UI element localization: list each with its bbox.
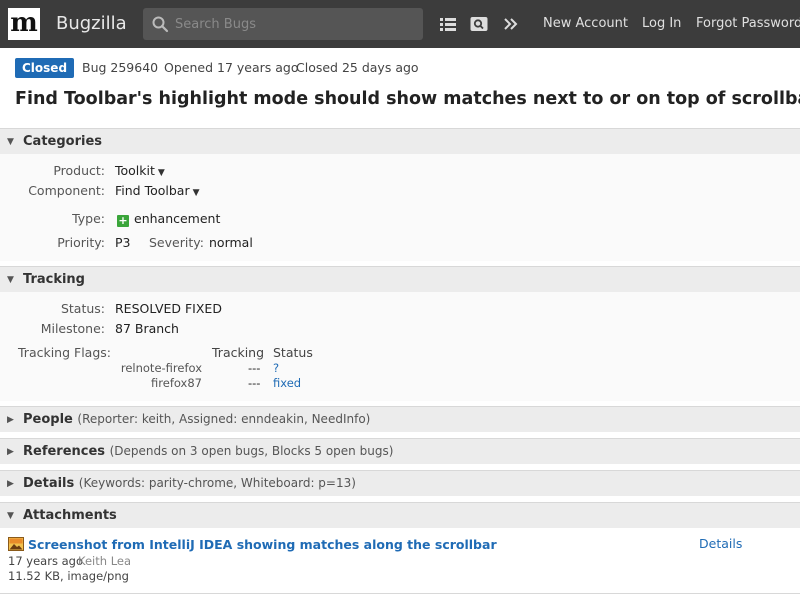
severity-value: normal [209,235,253,250]
mozilla-logo[interactable]: m [8,8,40,40]
flag-name: firefox87 [151,376,202,390]
product-label: Product: [53,163,105,178]
forgot-password-link[interactable]: Forgot Password [696,16,800,31]
dropdown-caret-icon: ▼ [192,188,200,198]
expanded-triangle-icon: ▼ [7,511,14,521]
references-header[interactable]: ▶ References (Depends on 3 open bugs, Bl… [0,438,800,464]
people-header[interactable]: ▶ People (Reporter: keith, Assigned: enn… [0,406,800,432]
type-value: + enhancement [117,211,220,227]
more-chevron-icon[interactable] [501,14,521,34]
bug-summary-title: Find Toolbar's highlight mode should sho… [15,89,800,109]
section-title: Categories [23,134,103,149]
severity-label: Severity: [149,235,204,250]
opened-date: Opened 17 years ago [164,60,299,75]
section-title: Attachments [23,508,117,523]
divider [0,593,800,594]
product-text: Toolkit [115,163,155,178]
search-input[interactable] [175,14,415,34]
priority-label: Priority: [57,235,105,250]
collapsed-triangle-icon: ▶ [7,479,14,489]
details-summary: (Keywords: parity-chrome, Whiteboard: p=… [78,476,356,490]
milestone-label: Milestone: [40,321,105,336]
section-title: Tracking [23,272,85,287]
section-title: People (Reporter: keith, Assigned: ennde… [23,412,370,427]
top-navigation-bar: m Bugzilla New Account Log In Forgot Pas… [0,0,800,48]
attachments-header[interactable]: ▼ Attachments [0,502,800,528]
flag-status-link[interactable]: ? [273,361,279,375]
expanded-triangle-icon: ▼ [7,137,14,147]
flag-tracking: --- [248,376,261,390]
component-label: Component: [28,183,105,198]
saved-search-icon[interactable] [469,14,489,34]
tracking-header[interactable]: ▼ Tracking [0,266,800,292]
flag-tracking: --- [248,361,261,375]
log-in-link[interactable]: Log In [642,16,681,31]
status-column-header: Status [273,345,313,360]
product-value[interactable]: Toolkit ▼ [115,163,165,178]
attachment-title-link[interactable]: Screenshot from IntelliJ IDEA showing ma… [28,537,497,552]
search-box[interactable] [143,8,423,40]
references-summary: (Depends on 3 open bugs, Blocks 5 open b… [109,444,394,458]
collapsed-triangle-icon: ▶ [7,415,14,425]
type-text: enhancement [134,211,221,226]
search-icon [152,16,169,33]
attachment-age: 17 years ago [8,554,83,568]
list-icon[interactable] [438,14,458,34]
app-name[interactable]: Bugzilla [56,13,127,34]
expanded-triangle-icon: ▼ [7,275,14,285]
attachment-author[interactable]: Keith Lea [78,554,131,568]
status-value: RESOLVED FIXED [115,301,222,316]
enhancement-icon: + [117,214,129,227]
milestone-value: 87 Branch [115,321,179,336]
flag-status-link[interactable]: fixed [273,376,301,390]
closed-date: Closed 25 days ago [296,60,419,75]
dropdown-caret-icon: ▼ [157,168,165,178]
attachment-details-link[interactable]: Details [699,536,742,551]
tracking-column-header: Tracking [212,345,265,360]
tracking-flags-label: Tracking Flags: [18,345,111,360]
priority-value: P3 [115,235,131,250]
categories-header[interactable]: ▼ Categories [0,128,800,154]
attachment-size: 11.52 KB, image/png [8,569,129,583]
component-value[interactable]: Find Toolbar ▼ [115,183,200,198]
details-header[interactable]: ▶ Details (Keywords: parity-chrome, Whit… [0,470,800,496]
type-label: Type: [72,211,105,226]
section-title: References (Depends on 3 open bugs, Bloc… [23,444,393,459]
bug-id[interactable]: Bug 259640 [82,60,158,75]
image-file-icon [8,537,24,551]
references-title: References [23,444,106,459]
component-text: Find Toolbar [115,183,190,198]
new-account-link[interactable]: New Account [543,16,628,31]
status-label: Status: [60,301,105,316]
collapsed-triangle-icon: ▶ [7,447,14,457]
people-summary: (Reporter: keith, Assigned: enndeakin, N… [77,412,371,426]
status-badge: Closed [15,58,75,78]
details-title: Details [23,476,75,491]
flag-name: relnote-firefox [120,361,202,375]
section-title: Details (Keywords: parity-chrome, Whiteb… [23,476,356,491]
people-title: People [23,412,73,427]
